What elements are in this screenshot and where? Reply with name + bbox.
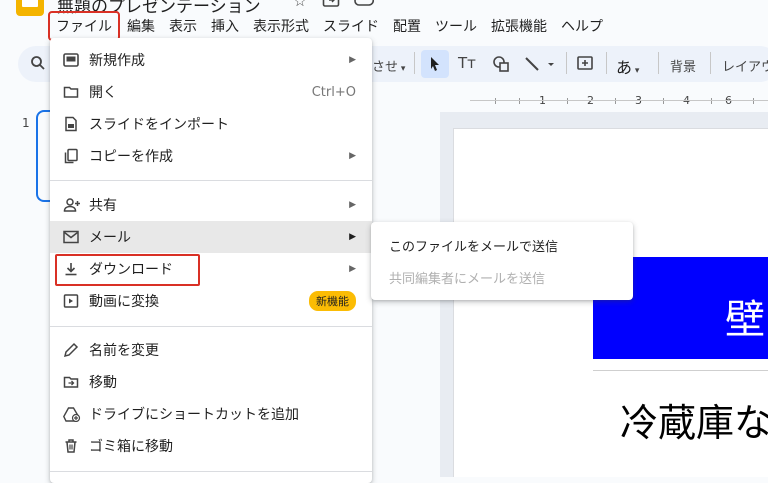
menu-view[interactable]: 表示 xyxy=(162,12,204,40)
toolbar-partial-label[interactable]: させ ▾ xyxy=(372,56,405,75)
submenu-arrow-icon: ▶ xyxy=(349,200,356,210)
trash-icon xyxy=(63,438,81,454)
move-folder-icon[interactable] xyxy=(322,0,342,12)
menu-add-shortcut[interactable]: ドライブにショートカットを追加 xyxy=(50,398,372,430)
import-doc-icon xyxy=(63,116,81,132)
menu-new[interactable]: 新規作成 ▶ xyxy=(50,44,372,76)
copy-icon xyxy=(63,148,81,164)
menu-make-copy[interactable]: コピーを作成 ▶ xyxy=(50,140,372,172)
submenu-send-file[interactable]: このファイルをメールで送信 xyxy=(389,236,558,255)
menu-trash[interactable]: ゴミ箱に移動 xyxy=(50,430,372,462)
comment-icon[interactable] xyxy=(576,55,594,73)
submenu-arrow-icon: ▶ xyxy=(349,151,356,161)
star-icon[interactable]: ☆ xyxy=(290,0,310,12)
submenu-arrow-icon: ▶ xyxy=(349,264,356,274)
horizontal-ruler: 1 2 3 4 6 xyxy=(453,92,768,110)
menu-import-slides[interactable]: スライドをインポート xyxy=(50,108,372,140)
toolbar-divider xyxy=(606,52,607,74)
search-menus-icon[interactable] xyxy=(30,55,46,71)
menu-slide[interactable]: スライド xyxy=(316,12,386,40)
background-button[interactable]: 背景 xyxy=(670,56,696,75)
menu-separator xyxy=(50,326,372,327)
slide-body-text[interactable]: 冷蔵庫な xyxy=(620,392,768,447)
new-feature-badge: 新機能 xyxy=(309,291,356,311)
menu-open[interactable]: 開く Ctrl+O xyxy=(50,76,372,108)
line-tool-icon[interactable] xyxy=(524,55,554,73)
slides-icon xyxy=(63,52,81,68)
menu-help[interactable]: ヘルプ xyxy=(554,12,610,40)
menu-insert[interactable]: 挿入 xyxy=(204,12,246,40)
video-icon xyxy=(63,293,81,309)
menu-extensions[interactable]: 拡張機能 xyxy=(484,12,554,40)
move-folder-icon xyxy=(63,374,81,390)
open-shortcut: Ctrl+O xyxy=(311,84,356,100)
pencil-icon xyxy=(63,342,81,358)
menu-file[interactable]: ファイル xyxy=(48,11,120,41)
menu-separator xyxy=(50,180,372,181)
email-submenu: このファイルをメールで送信 共同編集者にメールを送信 xyxy=(371,222,633,300)
drive-shortcut-icon xyxy=(63,406,81,422)
submenu-arrow-icon: ▶ xyxy=(349,232,356,242)
slides-logo[interactable] xyxy=(16,0,44,16)
slide-number: 1 xyxy=(22,116,30,130)
menu-edit[interactable]: 編集 xyxy=(120,12,162,40)
layout-button[interactable]: レイアウ xyxy=(722,56,768,75)
menu-share[interactable]: 共有 ▶ xyxy=(50,189,372,221)
folder-icon xyxy=(63,84,81,100)
menu-format[interactable]: 表示形式 xyxy=(246,12,316,40)
download-highlight-outline xyxy=(55,254,200,286)
slide-divider xyxy=(593,370,768,371)
cloud-status-icon[interactable] xyxy=(354,0,374,12)
menu-arrange[interactable]: 配置 xyxy=(386,12,428,40)
mail-icon xyxy=(63,230,81,244)
input-tools-button[interactable]: あ ▾ xyxy=(616,54,639,78)
text-box-tool[interactable]: Tт xyxy=(458,54,476,72)
menu-rename[interactable]: 名前を変更 xyxy=(50,334,372,366)
submenu-email-collaborators: 共同編集者にメールを送信 xyxy=(389,272,546,287)
person-add-icon xyxy=(63,197,81,213)
menu-convert-video[interactable]: 動画に変換 新機能 xyxy=(50,285,372,317)
menu-tools[interactable]: ツール xyxy=(428,12,484,40)
shape-tool-icon[interactable] xyxy=(492,55,510,73)
menu-email[interactable]: メール ▶ xyxy=(50,221,372,253)
menu-move[interactable]: 移動 xyxy=(50,366,372,398)
toolbar-divider xyxy=(566,52,567,74)
toolbar-divider xyxy=(414,52,415,74)
toolbar-divider xyxy=(710,52,711,74)
submenu-arrow-icon: ▶ xyxy=(349,55,356,65)
toolbar-divider xyxy=(658,52,659,74)
menu-separator xyxy=(50,471,372,472)
select-tool-button[interactable] xyxy=(421,50,449,78)
menu-bar: ファイル 編集 表示 挿入 表示形式 スライド 配置 ツール 拡張機能 ヘルプ xyxy=(48,11,610,41)
banner-text[interactable]: 壁 xyxy=(725,287,765,345)
ruler-baseline xyxy=(470,100,768,101)
